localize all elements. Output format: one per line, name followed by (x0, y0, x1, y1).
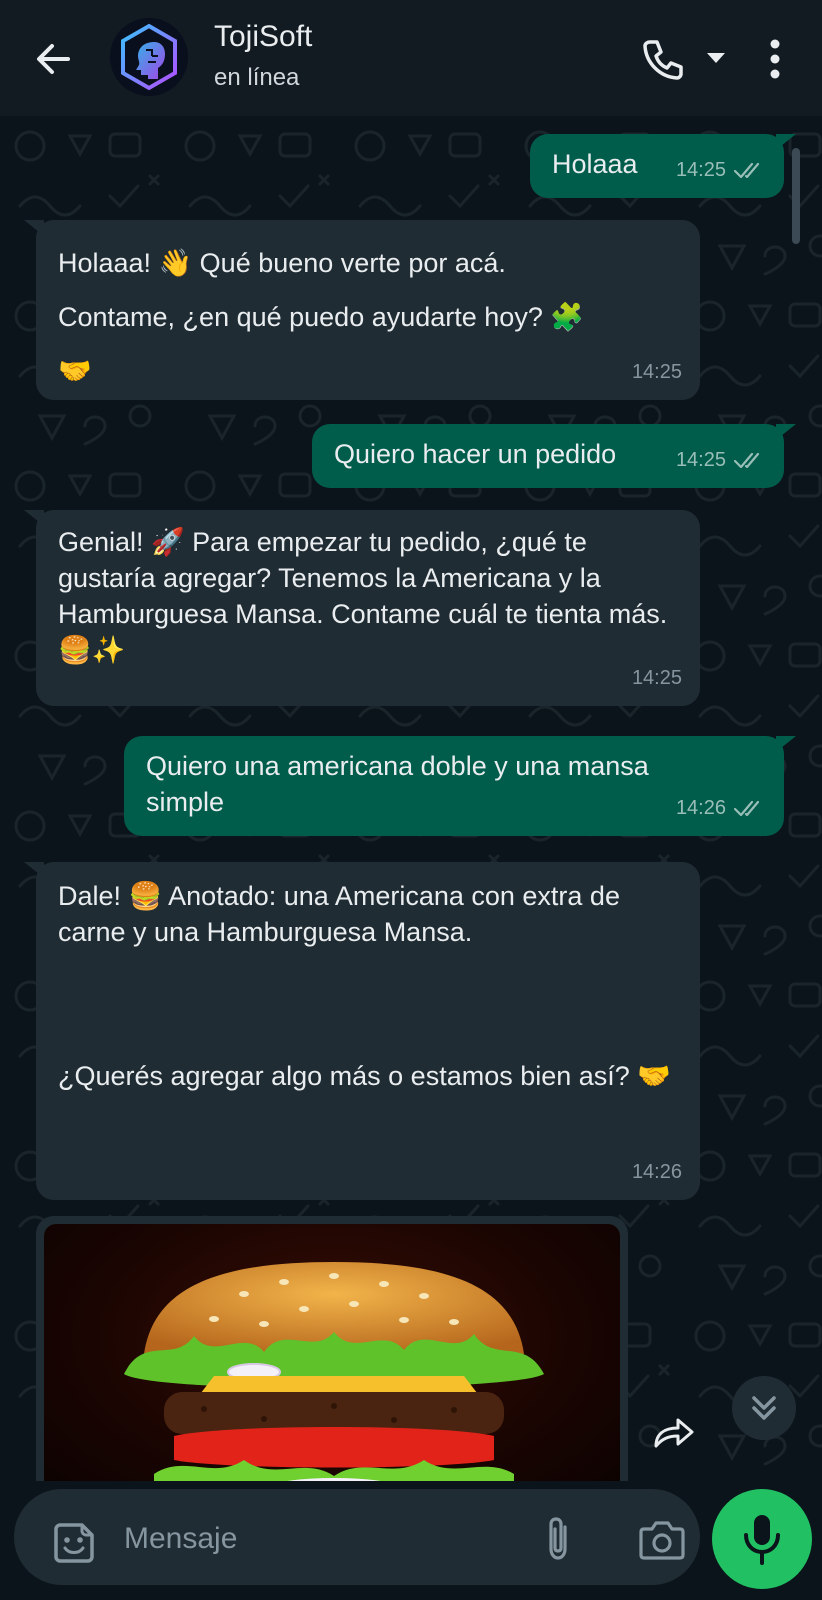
more-options-icon[interactable] (760, 34, 790, 84)
double-check-icon (733, 800, 760, 817)
chat-area[interactable]: Holaaa 14:25 Holaaa! 👋 Qué bueno verte p… (0, 116, 822, 1481)
message-meta: 14:25 (632, 660, 682, 696)
chevron-down-icon[interactable] (704, 48, 728, 68)
message-time: 14:26 (631, 1161, 682, 1183)
camera-icon[interactable] (638, 1517, 686, 1561)
chat-header: TojiSoft en línea (0, 0, 822, 116)
message-incoming[interactable]: Genial! 🚀 Para empezar tu pedido, ¿qué t… (24, 510, 700, 706)
bubble-tail (24, 220, 44, 236)
message-meta: 14:26 (632, 1154, 682, 1190)
microphone-icon (744, 1515, 780, 1565)
message-text: Quiero una americana doble y una mansa s… (146, 751, 657, 817)
forward-icon[interactable] (644, 1406, 702, 1464)
phone-icon[interactable] (638, 34, 688, 84)
message-outgoing[interactable]: Quiero una americana doble y una mansa s… (124, 736, 796, 836)
message-time: 14:25 (675, 159, 726, 181)
bubble-tail (776, 424, 796, 440)
message-meta: 14:26 (676, 790, 766, 826)
bubble-tail (776, 736, 796, 752)
sticker-icon[interactable] (50, 1519, 98, 1567)
message-text: Holaaa! 👋 Qué bueno verte por acá. Conta… (58, 248, 584, 386)
message-meta: 14:25 (632, 354, 682, 390)
message-meta: 14:25 (676, 152, 766, 188)
voice-record-button[interactable] (712, 1489, 812, 1589)
message-incoming[interactable]: Holaaa! 👋 Qué bueno verte por acá. Conta… (24, 220, 700, 400)
burger-illustration (124, 1262, 544, 1481)
message-outgoing[interactable]: Holaaa 14:25 (530, 134, 796, 198)
avatar[interactable] (110, 18, 188, 96)
contact-name[interactable]: TojiSoft (214, 20, 312, 54)
bubble-tail (776, 134, 796, 150)
message-outgoing[interactable]: Quiero hacer un pedido 14:25 (312, 424, 796, 488)
message-text: Quiero hacer un pedido (334, 439, 617, 469)
message-meta: 14:25 (676, 442, 766, 478)
message-input[interactable] (124, 1511, 504, 1567)
double-check-icon (733, 452, 760, 469)
message-text: Holaaa (552, 149, 638, 179)
message-time: 14:25 (675, 449, 726, 471)
message-incoming[interactable]: Dale! 🍔 Anotado: una Americana con extra… (24, 862, 700, 1200)
bubble-tail (24, 862, 44, 878)
bubble-tail (24, 510, 44, 526)
message-time: 14:26 (675, 797, 726, 819)
scroll-to-bottom-button[interactable] (732, 1376, 796, 1440)
message-time: 14:25 (631, 667, 682, 689)
composer-bar (0, 1481, 822, 1600)
message-text: Dale! 🍔 Anotado: una Americana con extra… (58, 881, 671, 1091)
message-composer[interactable] (14, 1489, 700, 1585)
scrollbar[interactable] (792, 148, 800, 244)
image-message[interactable] (36, 1216, 628, 1481)
burger-photo[interactable] (44, 1224, 620, 1481)
paperclip-icon[interactable] (538, 1513, 578, 1565)
message-text: Genial! 🚀 Para empezar tu pedido, ¿qué t… (58, 527, 675, 665)
contact-status: en línea (214, 64, 300, 91)
back-arrow-icon[interactable] (28, 34, 78, 84)
double-check-icon (733, 162, 760, 179)
double-chevron-down-icon (752, 1396, 776, 1420)
message-time: 14:25 (631, 361, 682, 383)
tojisoft-logo-icon (110, 18, 188, 96)
